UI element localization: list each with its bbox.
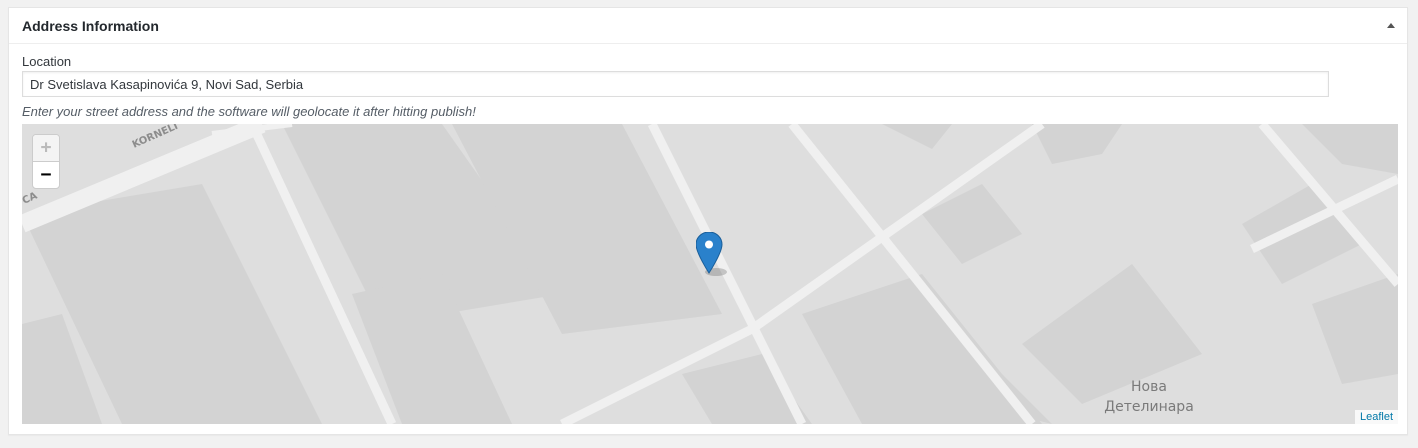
leaflet-attribution-link[interactable]: Leaflet xyxy=(1354,410,1398,424)
district-label: Нова xyxy=(1131,379,1167,395)
zoom-in-button[interactable]: + xyxy=(33,135,59,161)
location-marker-icon[interactable] xyxy=(695,231,728,283)
location-label: Location xyxy=(22,54,72,69)
location-hint: Enter your street address and the softwa… xyxy=(22,104,476,119)
zoom-out-button[interactable]: − xyxy=(33,161,59,188)
zoom-control: + − xyxy=(32,134,60,189)
location-input[interactable] xyxy=(22,71,1329,97)
address-information-postbox: Address Information Location Enter your … xyxy=(8,7,1408,435)
map[interactable]: KORNELI CA Нова Детелинара + − Leaflet xyxy=(22,124,1398,424)
district-label: Детелинара xyxy=(1104,399,1194,415)
postbox-header[interactable]: Address Information xyxy=(9,8,1407,44)
postbox-title: Address Information xyxy=(22,18,159,34)
triangle-up-icon[interactable] xyxy=(1383,17,1399,33)
